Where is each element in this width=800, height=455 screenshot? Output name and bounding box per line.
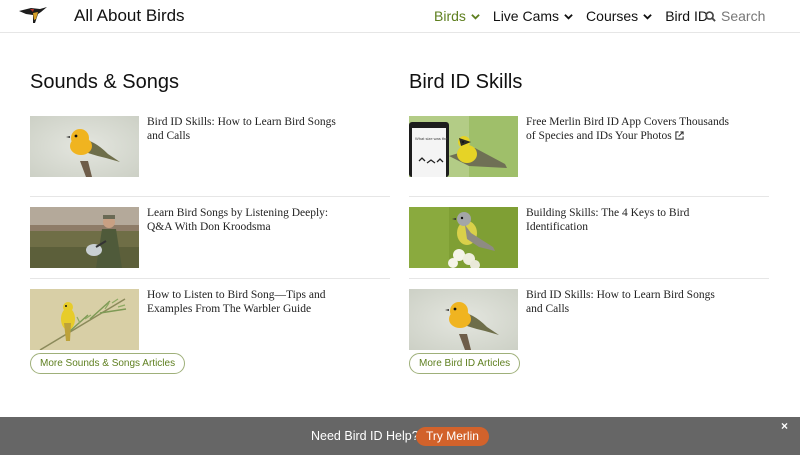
banner-text: Need Bird ID Help? bbox=[311, 429, 419, 443]
article-list: What size was the Free Merlin Bird ID Ap… bbox=[409, 116, 769, 361]
article-title-text: Free Merlin Bird ID App Covers Thousands… bbox=[526, 116, 729, 142]
nav-item-label: Birds bbox=[434, 8, 466, 24]
article-item[interactable]: Learn Bird Songs by Listening Deeply: Q&… bbox=[30, 197, 390, 279]
search-button[interactable]: Search bbox=[705, 8, 765, 24]
site-header: All About Birds Birds Live Cams Courses … bbox=[0, 0, 800, 33]
sounds-songs-section: Sounds & Songs Bird ID Skills: How to Le… bbox=[30, 70, 390, 361]
article-thumbnail[interactable]: What size was the bbox=[409, 116, 518, 177]
bird-logo-icon[interactable] bbox=[18, 5, 48, 25]
article-thumbnail[interactable] bbox=[409, 289, 518, 350]
yellow-warbler-photo bbox=[30, 116, 139, 177]
close-icon[interactable]: × bbox=[781, 420, 791, 432]
search-label: Search bbox=[721, 8, 766, 24]
try-merlin-button[interactable]: Try Merlin bbox=[416, 427, 489, 446]
nav-item-label: Live Cams bbox=[492, 8, 560, 24]
site-title[interactable]: All About Birds bbox=[74, 6, 185, 26]
article-item[interactable]: Bird ID Skills: How to Learn Bird Songs … bbox=[30, 116, 390, 197]
chevron-down-icon bbox=[564, 13, 573, 20]
nav-item-live-cams[interactable]: Live Cams bbox=[493, 8, 573, 24]
chevron-down-icon bbox=[471, 13, 480, 20]
article-item[interactable]: Building Skills: The 4 Keys to Bird Iden… bbox=[409, 197, 769, 279]
article-thumbnail[interactable] bbox=[30, 116, 139, 177]
merlin-promo-banner: Need Bird ID Help? bbox=[0, 417, 800, 455]
article-list: Bird ID Skills: How to Learn Bird Songs … bbox=[30, 116, 390, 361]
nav-item-label: Courses bbox=[586, 8, 639, 24]
section-title: Sounds & Songs bbox=[30, 71, 179, 93]
svg-text:What size was the: What size was the bbox=[415, 136, 448, 141]
nav-item-bird-id[interactable]: Bird ID bbox=[665, 8, 708, 24]
article-thumbnail[interactable] bbox=[409, 207, 518, 268]
article-title[interactable]: Bird ID Skills: How to Learn Bird Songs … bbox=[526, 288, 731, 361]
article-item[interactable]: How to Listen to Bird Song—Tips and Exam… bbox=[30, 279, 390, 361]
article-title[interactable]: How to Listen to Bird Song—Tips and Exam… bbox=[147, 288, 352, 361]
warbler-on-branch-photo bbox=[30, 289, 139, 350]
article-title[interactable]: Learn Bird Songs by Listening Deeply: Q&… bbox=[147, 206, 352, 278]
nav-item-birds[interactable]: Birds bbox=[434, 8, 480, 24]
article-thumbnail[interactable] bbox=[30, 289, 139, 350]
search-icon bbox=[705, 10, 716, 22]
article-thumbnail[interactable] bbox=[30, 207, 139, 268]
man-with-microphone-photo bbox=[30, 207, 139, 268]
chevron-down-icon bbox=[643, 13, 652, 20]
merlin-app-phone-photo: What size was the bbox=[409, 116, 518, 177]
article-item[interactable]: What size was the Free Merlin Bird ID Ap… bbox=[409, 116, 769, 197]
bird-id-skills-section: Bird ID Skills What size was the Free Me… bbox=[409, 70, 769, 361]
article-title[interactable]: Building Skills: The 4 Keys to Bird Iden… bbox=[526, 206, 731, 278]
more-sounds-songs-button[interactable]: More Sounds & Songs Articles bbox=[30, 353, 186, 374]
main-nav: Birds Live Cams Courses Bird ID bbox=[434, 8, 721, 24]
nav-item-label: Bird ID bbox=[665, 8, 708, 24]
article-title[interactable]: Bird ID Skills: How to Learn Bird Songs … bbox=[147, 115, 352, 196]
article-item[interactable]: Bird ID Skills: How to Learn Bird Songs … bbox=[409, 279, 769, 361]
section-title: Bird ID Skills bbox=[409, 71, 523, 93]
external-link-icon bbox=[675, 131, 684, 140]
nav-item-courses[interactable]: Courses bbox=[586, 8, 652, 24]
kingbird-on-flowers-photo bbox=[409, 207, 518, 268]
yellow-warbler-photo bbox=[409, 289, 518, 350]
more-bird-id-button[interactable]: More Bird ID Articles bbox=[409, 353, 521, 374]
article-title[interactable]: Free Merlin Bird ID App Covers Thousands… bbox=[526, 115, 731, 196]
